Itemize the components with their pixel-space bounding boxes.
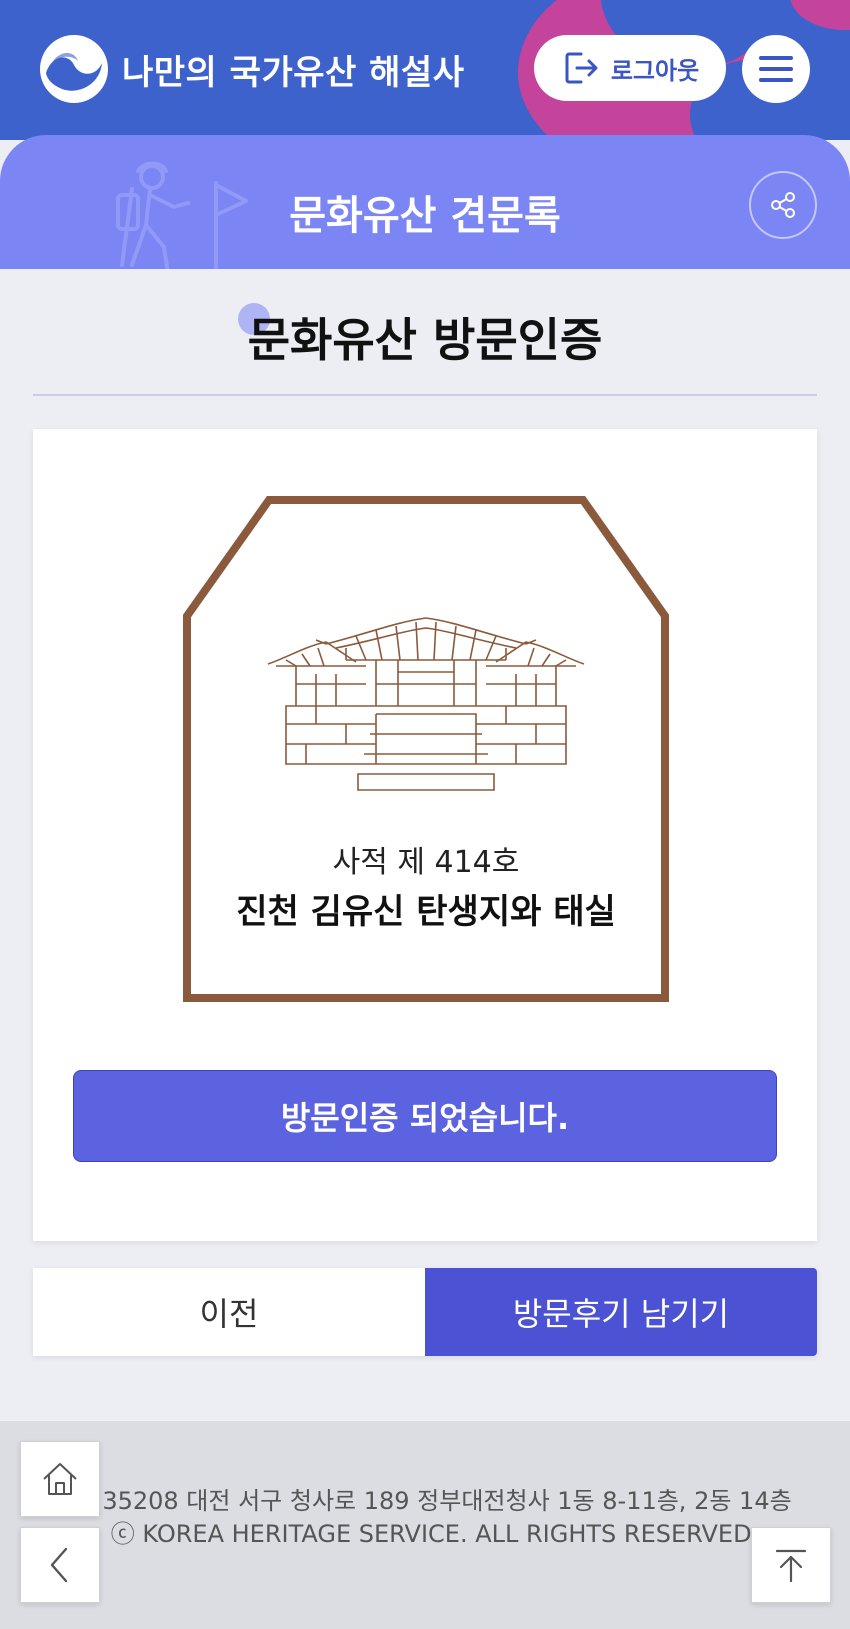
app-header: 나만의 국가유산 해설사 로그아웃	[0, 0, 850, 140]
back-button[interactable]	[20, 1527, 100, 1603]
site-logo[interactable]: 나만의 국가유산 해설사	[38, 33, 464, 105]
back-arrow-icon	[50, 1547, 68, 1583]
certification-card: 사적 제 414호 진천 김유신 탄생지와 태실 방문인증 되었습니다.	[33, 429, 817, 1241]
heritage-designation: 사적 제 414호	[332, 845, 520, 880]
logout-icon	[565, 52, 598, 84]
footer-address: 35208 대전 서구 청사로 189 정부대전청사 1동 8-11층, 2동 …	[102, 1487, 792, 1515]
action-buttons: 이전 방문후기 남기기	[33, 1268, 817, 1356]
logout-button[interactable]: 로그아웃	[534, 35, 726, 101]
hamburger-menu-icon	[759, 56, 793, 82]
heritage-name: 진천 김유신 탄생지와 태실	[236, 892, 616, 932]
home-icon	[43, 1463, 77, 1495]
home-button[interactable]	[20, 1441, 100, 1517]
footer-copyright: ⓒ KOREA HERITAGE SERVICE. ALL RIGHTS RES…	[110, 1520, 760, 1548]
previous-button[interactable]: 이전	[33, 1268, 425, 1356]
share-icon	[771, 192, 795, 218]
scroll-top-icon	[775, 1549, 807, 1583]
site-title: 나만의 국가유산 해설사	[122, 52, 465, 93]
hanok-building-icon	[267, 617, 585, 791]
scroll-top-button[interactable]	[751, 1527, 831, 1603]
visit-verified-button[interactable]: 방문인증 되었습니다.	[73, 1070, 777, 1162]
heritage-badge: 사적 제 414호 진천 김유신 탄생지와 태실	[181, 494, 671, 1004]
section-title: 문화유산 견문록	[289, 193, 561, 239]
decorative-blob	[790, 0, 850, 30]
page-title: 문화유산 방문인증	[247, 313, 603, 367]
menu-button[interactable]	[742, 35, 810, 103]
divider	[33, 394, 817, 396]
write-review-button[interactable]: 방문후기 남기기	[425, 1268, 817, 1356]
section-header: 문화유산 견문록	[0, 135, 850, 269]
share-button[interactable]	[749, 171, 817, 239]
taegeuk-logo-icon	[40, 35, 108, 103]
logout-label: 로그아웃	[610, 56, 700, 85]
page-footer: 35208 대전 서구 청사로 189 정부대전청사 1동 8-11층, 2동 …	[0, 1421, 850, 1629]
